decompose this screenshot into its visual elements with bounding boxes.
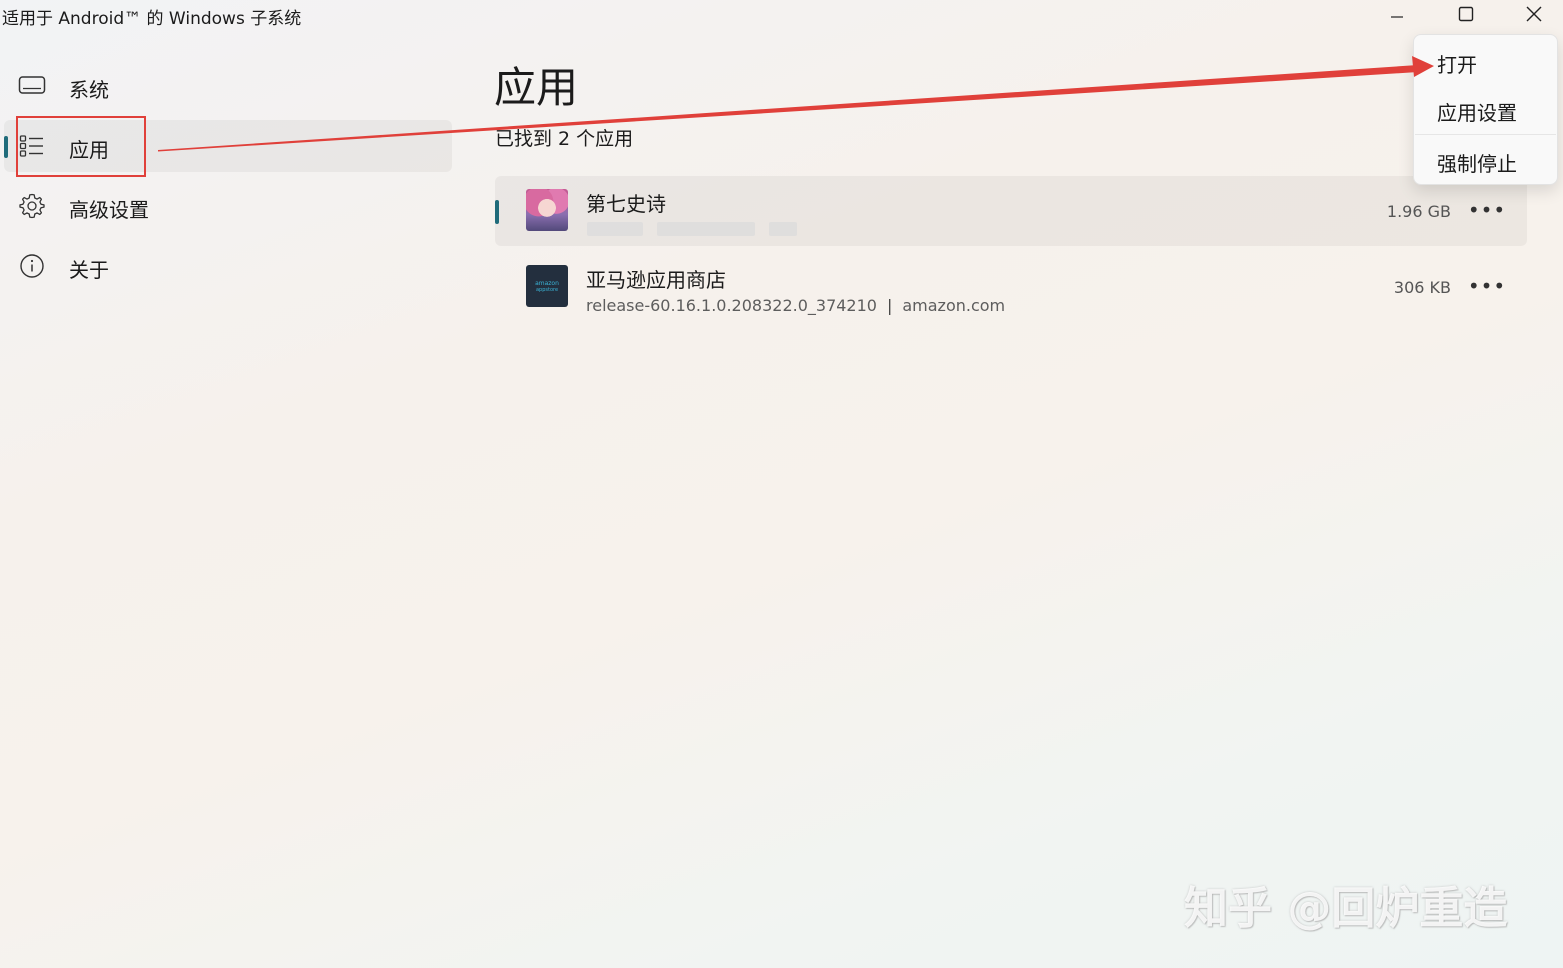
apps-found-count: 已找到 2 个应用 (495, 128, 634, 150)
menu-divider (1415, 134, 1556, 135)
app-size: 1.96 GB (1386, 202, 1451, 221)
app-size: 306 KB (1393, 278, 1451, 297)
sidebar-item-label: 系统 (69, 78, 109, 102)
redacted-version (657, 222, 755, 236)
menu-item-force-stop[interactable]: 强制停止 (1437, 148, 1517, 177)
sidebar-item-system[interactable]: 系统 (4, 60, 452, 112)
more-options-button[interactable]: ••• (1468, 274, 1505, 298)
redacted-publisher (769, 222, 797, 236)
watermark: 知乎 @回炉重造 (1184, 883, 1508, 934)
app-name: 第七史诗 (586, 192, 666, 216)
sidebar-item-label: 高级设置 (69, 198, 149, 222)
app-row-amazon-appstore[interactable]: amazon appstore 亚马逊应用商店 release-60.16.1.… (495, 252, 1527, 322)
app-details: release-60.16.1.0.208322.0_374210 | amazon… (586, 296, 1005, 315)
app-row-epic-seven[interactable]: 第七史诗 1.96 GB ••• (495, 176, 1527, 246)
page-title: 应用 (494, 63, 579, 112)
app-name: 亚马逊应用商店 (586, 268, 726, 292)
maximize-button[interactable] (1443, 0, 1489, 28)
title-bar: 适用于 Android™ 的 Windows 子系统 (0, 0, 1563, 30)
info-icon (18, 252, 46, 280)
maximize-icon (1458, 6, 1474, 22)
separator: | (886, 296, 893, 315)
gear-icon (18, 192, 46, 220)
menu-item-open[interactable]: 打开 (1437, 49, 1477, 78)
annotation-highlight-box (16, 116, 146, 177)
amazon-logo-text: amazon (535, 279, 559, 287)
appstore-logo-text: appstore (535, 286, 559, 293)
sidebar-item-advanced-settings[interactable]: 高级设置 (4, 180, 452, 232)
app-version: release-60.16.1.0.208322.0_374210 (586, 296, 877, 315)
minimize-icon (1391, 16, 1403, 18)
app-icon-epic-seven (526, 189, 568, 231)
minimize-button[interactable] (1374, 0, 1420, 28)
sidebar-item-label: 关于 (69, 258, 109, 282)
close-button[interactable] (1511, 0, 1557, 28)
redacted-version (587, 222, 643, 236)
window-title: 适用于 Android™ 的 Windows 子系统 (2, 9, 302, 29)
selected-indicator (495, 200, 499, 224)
app-icon-amazon-appstore: amazon appstore (526, 265, 568, 307)
close-icon (1526, 6, 1542, 22)
app-publisher: amazon.com (902, 296, 1006, 315)
menu-item-app-settings[interactable]: 应用设置 (1437, 97, 1517, 126)
context-menu: 打开 应用设置 强制停止 (1413, 34, 1558, 185)
active-indicator (4, 136, 8, 158)
more-options-button[interactable]: ••• (1468, 198, 1505, 222)
monitor-icon (18, 72, 46, 100)
sidebar-item-about[interactable]: 关于 (4, 240, 452, 292)
